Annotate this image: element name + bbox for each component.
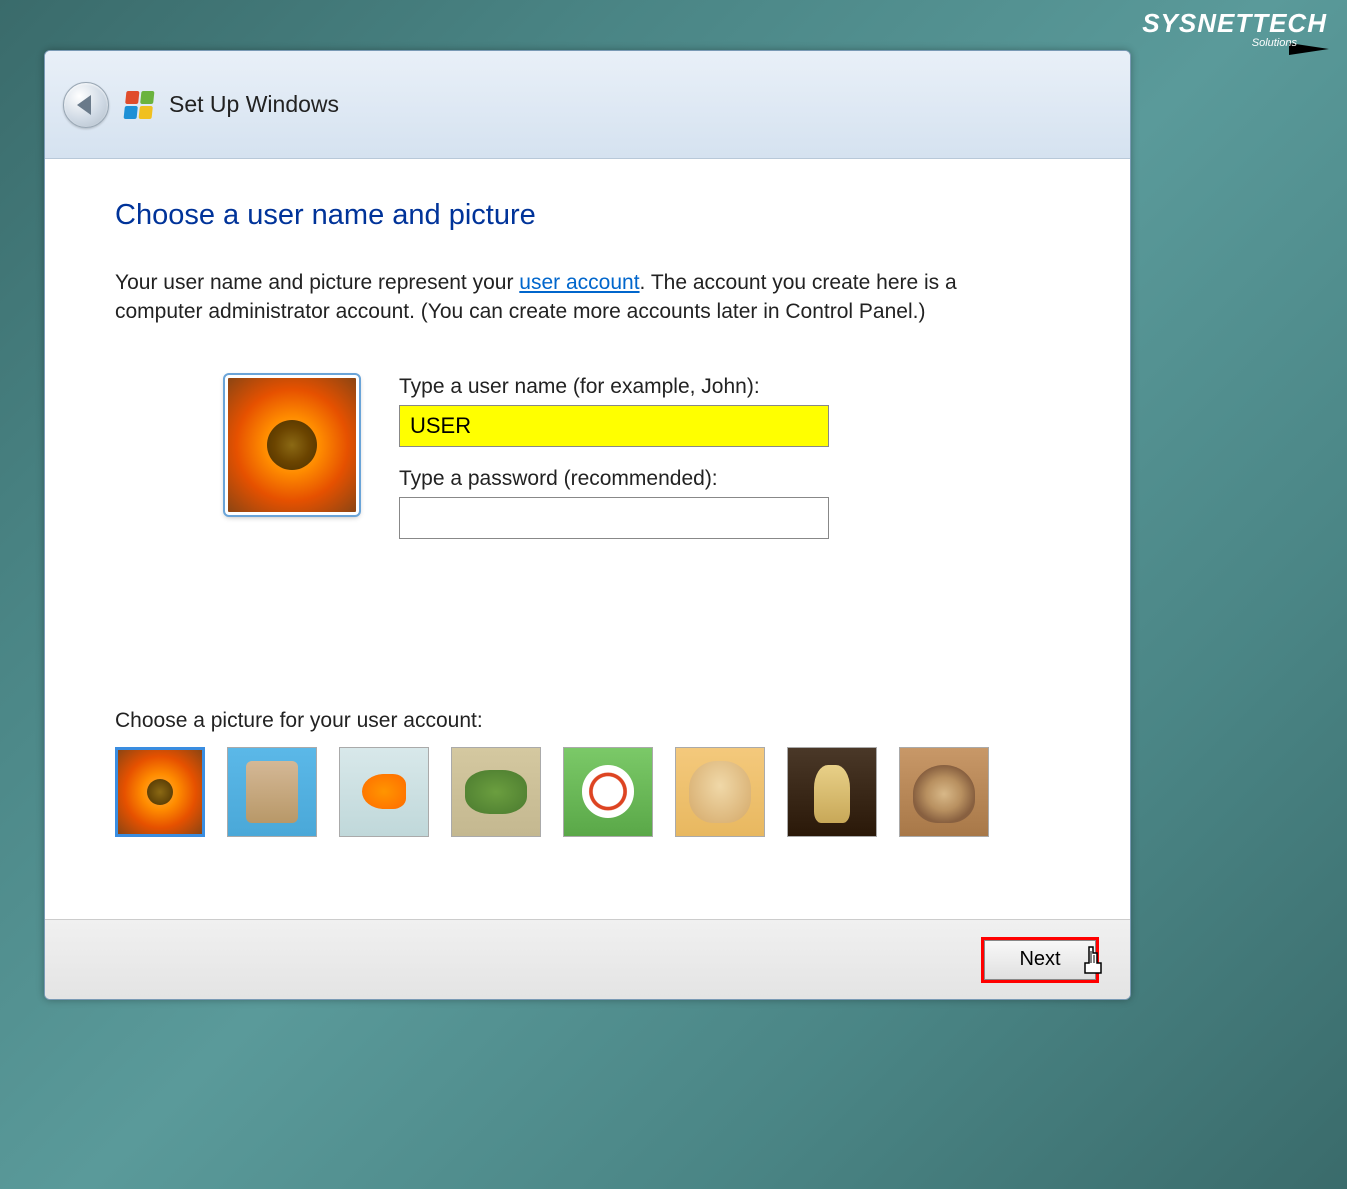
next-button[interactable]: Next [984, 940, 1096, 980]
watermark-brand: SYSNETTECH [1142, 8, 1327, 39]
avatar-option-chess[interactable] [787, 747, 877, 837]
titlebar-text: Set Up Windows [169, 91, 339, 118]
next-button-label: Next [1019, 948, 1060, 970]
back-arrow-icon [77, 95, 91, 115]
page-heading: Choose a user name and picture [115, 199, 1060, 232]
avatar-picker-label: Choose a picture for your user account: [115, 709, 1060, 733]
password-label: Type a password (recommended): [399, 467, 829, 491]
wizard-footer: Next [45, 919, 1130, 999]
avatar-option-frog[interactable] [451, 747, 541, 837]
avatar-option-cat[interactable] [899, 747, 989, 837]
watermark: SYSNETTECH Solutions [1142, 8, 1327, 55]
setup-wizard-window: Set Up Windows Choose a user name and pi… [44, 50, 1131, 1000]
windows-logo-icon [124, 91, 155, 119]
titlebar: Set Up Windows [45, 51, 1130, 159]
avatar-option-soccer-ball[interactable] [563, 747, 653, 837]
back-button[interactable] [63, 82, 109, 128]
page-description: Your user name and picture represent you… [115, 268, 1015, 327]
username-label: Type a user name (for example, John): [399, 375, 829, 399]
password-input[interactable] [399, 497, 829, 539]
input-group: Type a user name (for example, John): Ty… [399, 375, 829, 559]
cursor-icon [1081, 945, 1109, 987]
avatar-option-dog[interactable] [675, 747, 765, 837]
user-account-link[interactable]: user account [519, 271, 639, 294]
user-input-row: Type a user name (for example, John): Ty… [225, 375, 1060, 559]
avatar-picker [115, 747, 1060, 837]
avatar-option-flower[interactable] [115, 747, 205, 837]
username-input[interactable] [399, 405, 829, 447]
selected-avatar-preview [225, 375, 359, 515]
desc-text-before: Your user name and picture represent you… [115, 271, 519, 294]
avatar-option-robot[interactable] [227, 747, 317, 837]
avatar-option-fish[interactable] [339, 747, 429, 837]
wizard-content: Choose a user name and picture Your user… [45, 159, 1130, 919]
